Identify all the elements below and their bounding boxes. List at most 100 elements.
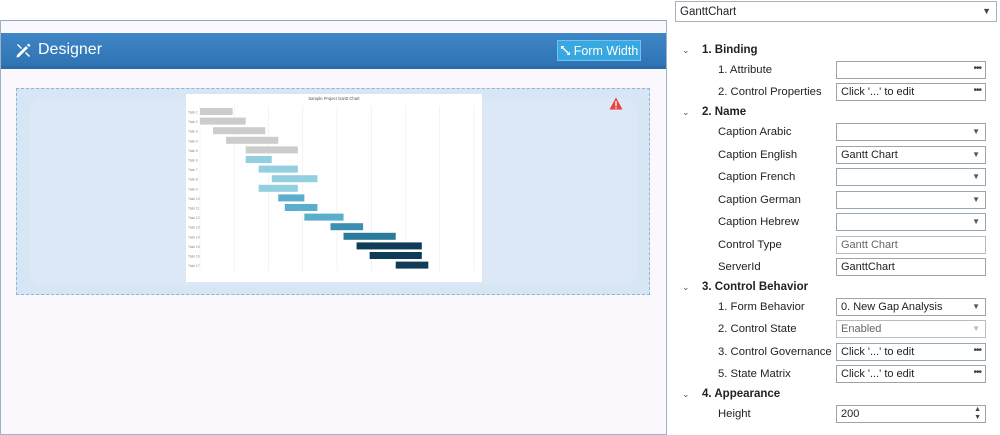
- task-label: Task 3: [188, 130, 198, 134]
- task-label: Task 13: [188, 226, 200, 230]
- task-label: Task 1: [188, 111, 198, 115]
- task-label: Task 11: [188, 207, 200, 211]
- state-matrix-field[interactable]: Click '...' to edit •••: [836, 365, 986, 383]
- designer-header: Designer Form Width: [1, 33, 666, 69]
- control-governance-value: Click '...' to edit: [841, 346, 915, 358]
- form-behavior-field[interactable]: 0. New Gap Analysis ▼: [836, 298, 986, 316]
- ellipsis-icon[interactable]: •••: [973, 367, 981, 378]
- spinner-icon[interactable]: ▲ ▼: [974, 406, 981, 422]
- control-type-value: Gantt Chart: [841, 239, 898, 251]
- form-width-button[interactable]: Form Width: [557, 40, 641, 61]
- caption-english-value: Gantt Chart: [841, 149, 898, 161]
- section-name[interactable]: ⌄ 2. Name: [682, 103, 746, 121]
- gantt-bar: [258, 184, 298, 192]
- task-label: Task 5: [188, 149, 198, 153]
- gantt-bar: [278, 194, 305, 202]
- section-appearance-label: 4. Appearance: [702, 388, 781, 400]
- caption-arabic-field[interactable]: ▼: [836, 123, 986, 141]
- property-grid: GanttChart ▼ ⌄ 1. Binding 1. Attribute •…: [672, 0, 1000, 435]
- height-value: 200: [841, 408, 860, 420]
- caption-german-label: Caption German: [718, 194, 801, 206]
- gantt-bar: [343, 232, 396, 240]
- control-governance-label: 3. Control Governance: [718, 346, 832, 358]
- caption-german-field[interactable]: ▼: [836, 191, 986, 209]
- task-label: Task 2: [188, 120, 198, 124]
- ellipsis-icon[interactable]: •••: [973, 85, 981, 96]
- gantt-bar: [200, 108, 233, 115]
- task-label: Task 4: [188, 139, 198, 143]
- task-label: Task 15: [188, 245, 200, 249]
- collapse-icon[interactable]: ⌄: [682, 107, 696, 118]
- pencil-ruler-icon: [16, 43, 31, 58]
- attribute-label: 1. Attribute: [718, 64, 773, 76]
- gantt-bar: [284, 204, 318, 211]
- dropdown-arrow-icon[interactable]: ▼: [972, 217, 980, 226]
- server-id-value: GanttChart: [841, 261, 895, 273]
- section-control-behavior[interactable]: ⌄ 3. Control Behavior: [682, 278, 808, 296]
- gantt-bar: [258, 165, 298, 173]
- height-label: Height: [718, 408, 751, 420]
- caption-hebrew-field[interactable]: ▼: [836, 213, 986, 231]
- caption-french-label: Caption French: [718, 171, 796, 183]
- control-state-value: Enabled: [841, 323, 882, 335]
- caption-hebrew-label: Caption Hebrew: [718, 216, 800, 228]
- height-field[interactable]: 200 ▲ ▼: [836, 405, 986, 423]
- task-label: Task 17: [188, 264, 200, 268]
- collapse-icon[interactable]: ⌄: [682, 389, 696, 400]
- control-state-label: 2. Control State: [718, 323, 797, 335]
- design-canvas[interactable]: Sample Project Gantt Chart Task 1 Task 2 Ta…: [16, 88, 650, 295]
- gantt-bar: [245, 156, 272, 163]
- control-type-label: Control Type: [718, 239, 782, 251]
- section-appearance[interactable]: ⌄ 4. Appearance: [682, 385, 780, 403]
- gantt-bar: [304, 213, 344, 221]
- collapse-icon[interactable]: ⌄: [682, 45, 696, 56]
- section-name-label: 2. Name: [702, 106, 747, 118]
- dropdown-arrow-icon[interactable]: ▼: [972, 127, 980, 136]
- task-label: Task 6: [188, 159, 198, 163]
- attribute-field[interactable]: •••: [836, 61, 986, 79]
- gantt-bar: [200, 117, 246, 125]
- caption-french-field[interactable]: ▼: [836, 168, 986, 186]
- gantt-bar: [330, 223, 364, 231]
- dropdown-arrow-icon[interactable]: ▼: [972, 195, 980, 204]
- collapse-icon[interactable]: ⌄: [682, 282, 696, 293]
- control-properties-value: Click '...' to edit: [841, 86, 915, 98]
- designer-frame: Designer Form Width Sample Project Gantt…: [0, 20, 667, 435]
- control-governance-field[interactable]: Click '...' to edit •••: [836, 343, 986, 361]
- chevron-down-icon: ▼: [982, 6, 991, 16]
- control-properties-label: 2. Control Properties: [718, 86, 822, 98]
- section-binding-label: 1. Binding: [702, 44, 758, 56]
- control-type-field: Gantt Chart: [836, 236, 986, 254]
- state-matrix-value: Click '...' to edit: [841, 368, 915, 380]
- gantt-chart-control[interactable]: Sample Project Gantt Chart Task 1 Task 2 Ta…: [186, 94, 482, 282]
- gantt-bar: [395, 261, 429, 269]
- task-label: Task 9: [188, 187, 198, 191]
- task-label: Task 14: [188, 235, 200, 239]
- dropdown-arrow-icon[interactable]: ▼: [972, 172, 980, 181]
- server-id-field[interactable]: GanttChart: [836, 258, 986, 276]
- ellipsis-icon[interactable]: •••: [973, 345, 981, 356]
- dropdown-arrow-icon: ▼: [972, 324, 980, 333]
- control-selector[interactable]: GanttChart ▼: [675, 1, 997, 22]
- warning-icon[interactable]: [609, 97, 623, 110]
- caption-english-field[interactable]: Gantt Chart ▼: [836, 146, 986, 164]
- dropdown-arrow-icon[interactable]: ▼: [972, 150, 980, 159]
- task-label: Task 7: [188, 168, 198, 172]
- caption-arabic-label: Caption Arabic: [718, 126, 792, 138]
- control-selector-value: GanttChart: [680, 5, 737, 18]
- state-matrix-label: 5. State Matrix: [718, 368, 791, 380]
- control-properties-field[interactable]: Click '...' to edit •••: [836, 83, 986, 101]
- form-behavior-value: 0. New Gap Analysis: [841, 301, 943, 313]
- caption-english-label: Caption English: [718, 149, 798, 161]
- top-strip: [0, 0, 667, 21]
- gantt-bar: [356, 242, 422, 250]
- designer-title-text: Designer: [38, 41, 103, 58]
- section-binding[interactable]: ⌄ 1. Binding: [682, 41, 758, 59]
- designer-pane: Designer Form Width Sample Project Gantt…: [0, 0, 667, 435]
- ellipsis-icon[interactable]: •••: [973, 63, 981, 74]
- gantt-bar: [245, 146, 298, 154]
- gantt-bar: [271, 175, 318, 183]
- task-label: Task 12: [188, 216, 200, 220]
- section-behavior-label: 3. Control Behavior: [702, 281, 809, 293]
- dropdown-arrow-icon[interactable]: ▼: [972, 302, 980, 311]
